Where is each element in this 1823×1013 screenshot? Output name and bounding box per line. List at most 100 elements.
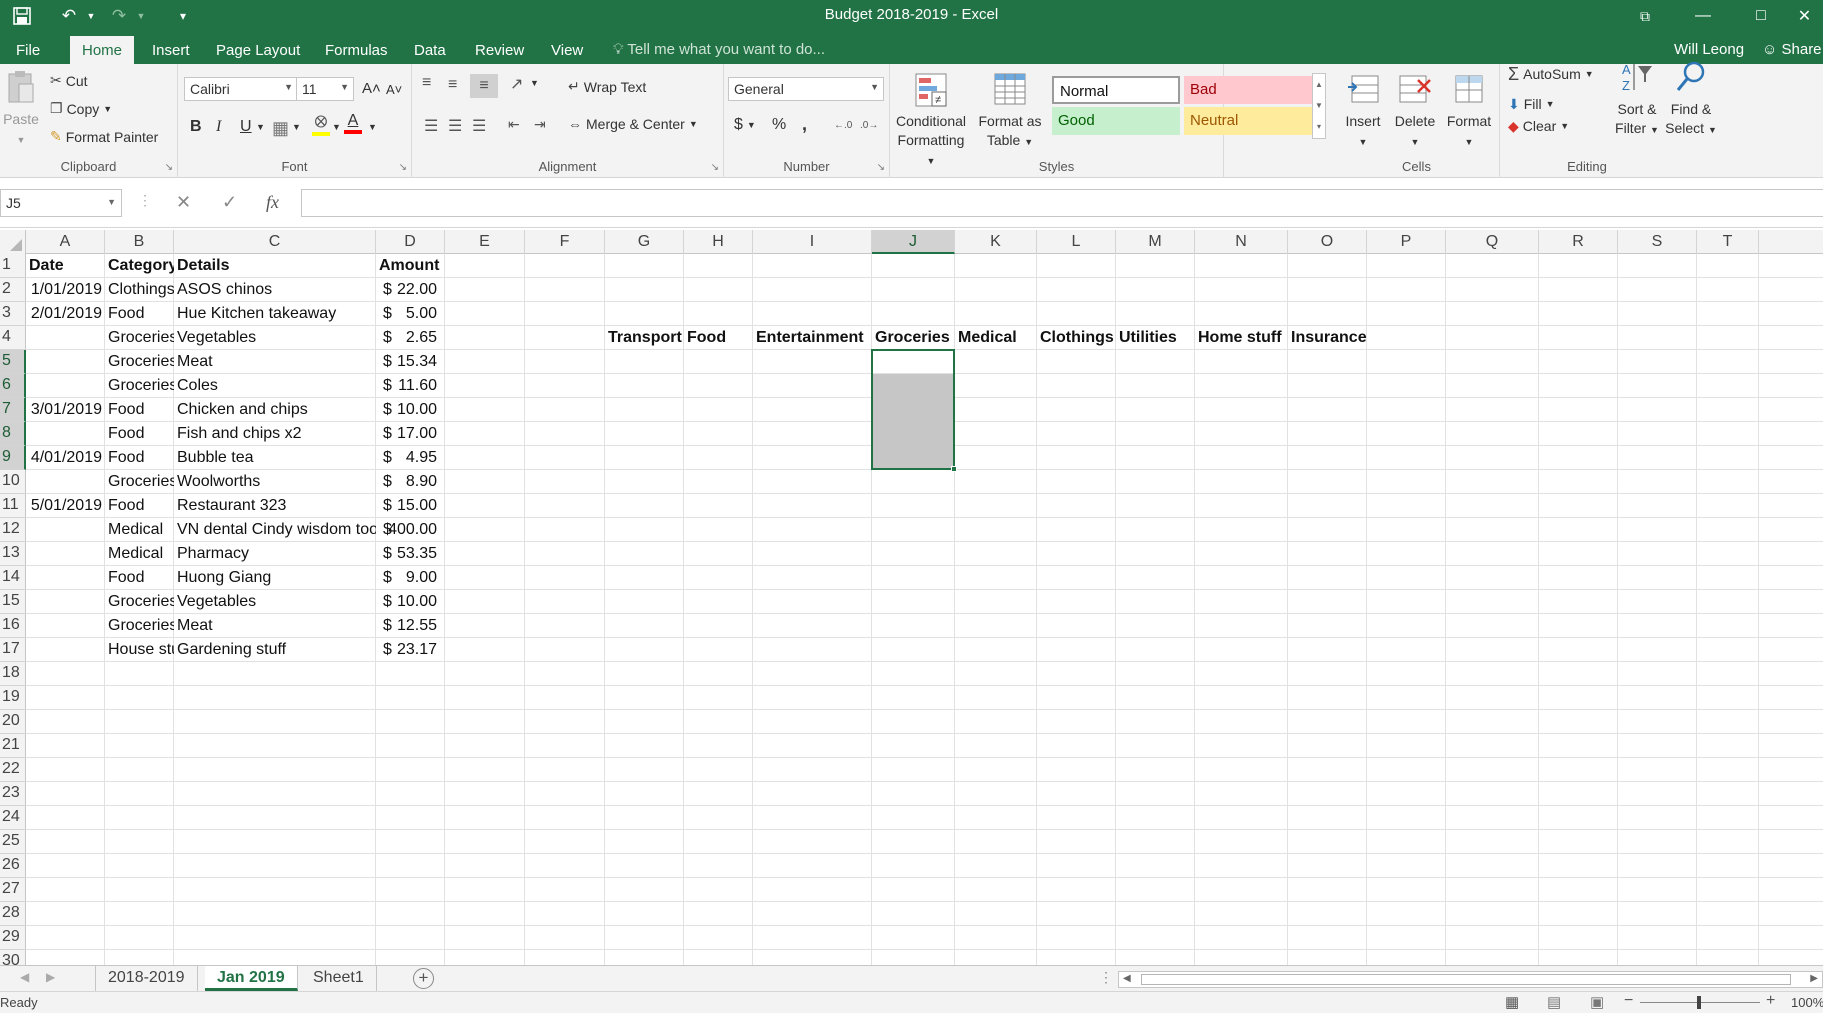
column-header-t[interactable]: T <box>1697 230 1759 254</box>
column-header-q[interactable]: Q <box>1446 230 1539 254</box>
cancel-icon[interactable]: ✕ <box>176 192 191 213</box>
select-all-button[interactable] <box>0 230 26 254</box>
tab-home[interactable]: Home <box>70 36 135 64</box>
find-select-button[interactable]: Find & Select ▼ <box>1664 60 1718 140</box>
cell-date[interactable] <box>26 590 105 614</box>
currency-button[interactable]: $ ▼ <box>734 116 756 134</box>
summary-header-food[interactable]: Food <box>684 326 753 350</box>
cell-category[interactable]: Food <box>105 422 174 446</box>
fill-color-button[interactable]: ⭙ <box>312 114 330 136</box>
font-name-box[interactable]: Calibri ▼ <box>184 77 298 101</box>
shrink-font-icon[interactable]: A˅ <box>386 82 402 97</box>
cell-date[interactable] <box>26 638 105 662</box>
sheet-tab-sheet1[interactable]: Sheet1 <box>301 966 377 991</box>
align-right-icon[interactable]: ☰ <box>472 116 486 136</box>
column-header-f[interactable]: F <box>525 230 605 254</box>
row-header-10[interactable]: 10 <box>0 470 26 494</box>
cell-details[interactable]: Chicken and chips <box>174 398 376 422</box>
cell-category[interactable]: Groceries <box>105 590 174 614</box>
user-name[interactable]: Will Leong <box>1674 41 1744 58</box>
cell-amount[interactable]: 15.34 <box>376 350 437 374</box>
style-good[interactable]: Good <box>1052 107 1180 135</box>
scroll-left-icon[interactable]: ◀ <box>1123 973 1131 984</box>
summary-header-entertainment[interactable]: Entertainment <box>753 326 872 350</box>
cell-category[interactable]: Medical <box>105 518 174 542</box>
summary-header-medical[interactable]: Medical <box>955 326 1037 350</box>
row-header-3[interactable]: 3 <box>0 302 26 326</box>
cell-category[interactable]: Food <box>105 398 174 422</box>
cell-details[interactable]: Gardening stuff <box>174 638 376 662</box>
increase-decimal-icon[interactable]: ←.0 <box>834 120 852 131</box>
row-header-30[interactable]: 30 <box>0 950 26 965</box>
paste-button[interactable]: Paste ▼ <box>2 70 40 150</box>
summary-header-home-stuff[interactable]: Home stuff <box>1195 326 1288 350</box>
formula-input[interactable] <box>301 189 1823 217</box>
zoom-slider-thumb[interactable] <box>1697 996 1701 1009</box>
cell-amount[interactable]: 9.00 <box>376 566 437 590</box>
increase-indent-icon[interactable]: ⇥ <box>534 116 546 133</box>
horizontal-scroll-thumb[interactable] <box>1141 974 1791 985</box>
cell-details[interactable]: Vegetables <box>174 326 376 350</box>
row-header-1[interactable]: 1 <box>0 254 26 278</box>
tab-formulas[interactable]: Formulas <box>325 38 388 63</box>
share-button[interactable]: ☺ Share <box>1762 41 1822 58</box>
row-header-25[interactable]: 25 <box>0 830 26 854</box>
row-header-5[interactable]: 5 <box>0 350 26 374</box>
header-date[interactable]: Date <box>26 254 105 278</box>
sort-filter-button[interactable]: AZ Sort & Filter ▼ <box>1612 60 1662 140</box>
cell-details[interactable]: Restaurant 323 <box>174 494 376 518</box>
autosum-button[interactable]: Σ AutoSum ▼ <box>1508 62 1594 86</box>
zoom-in-icon[interactable]: + <box>1766 992 1775 1010</box>
cell-category[interactable]: Food <box>105 494 174 518</box>
tab-view[interactable]: View <box>551 38 583 63</box>
scroll-right-icon[interactable]: ▶ <box>1810 973 1818 984</box>
zoom-level[interactable]: 100% <box>1791 995 1823 1010</box>
wrap-text-button[interactable]: ↵ Wrap Text <box>568 78 646 95</box>
horizontal-scrollbar[interactable]: ◀ ▶ <box>1118 971 1823 988</box>
zoom-out-icon[interactable]: − <box>1624 992 1633 1010</box>
format-as-table-button[interactable]: Format as Table ▼ <box>978 72 1042 152</box>
row-header-22[interactable]: 22 <box>0 758 26 782</box>
cell-amount[interactable]: 11.60 <box>376 374 437 398</box>
cell-date[interactable] <box>26 614 105 638</box>
row-header-17[interactable]: 17 <box>0 638 26 662</box>
enter-icon[interactable]: ✓ <box>222 192 237 213</box>
cell-amount[interactable]: 23.17 <box>376 638 437 662</box>
close-icon[interactable]: ✕ <box>1786 0 1823 32</box>
tab-insert[interactable]: Insert <box>152 38 190 63</box>
row-header-15[interactable]: 15 <box>0 590 26 614</box>
tell-me-box[interactable]: 💡︎ Tell me what you want to do... <box>613 41 825 58</box>
column-header-e[interactable]: E <box>445 230 525 254</box>
insert-cells-button[interactable]: Insert ▼ <box>1340 72 1386 152</box>
cut-button[interactable]: ✂ Cut <box>50 72 88 89</box>
header-amount[interactable]: Amount <box>376 254 445 278</box>
row-header-27[interactable]: 27 <box>0 878 26 902</box>
maximize-icon[interactable]: □ <box>1738 0 1784 32</box>
column-header-n[interactable]: N <box>1195 230 1288 254</box>
summary-header-transport[interactable]: Transport <box>605 326 684 350</box>
cell-amount[interactable]: 53.35 <box>376 542 437 566</box>
row-header-29[interactable]: 29 <box>0 926 26 950</box>
insert-function-icon[interactable]: fx <box>266 192 279 213</box>
column-header-m[interactable]: M <box>1116 230 1195 254</box>
row-header-8[interactable]: 8 <box>0 422 26 446</box>
tab-data[interactable]: Data <box>414 38 446 63</box>
cell-details[interactable]: Woolworths <box>174 470 376 494</box>
cell-category[interactable]: Groceries <box>105 614 174 638</box>
align-top-icon[interactable]: ≡ <box>422 74 431 92</box>
cell-amount[interactable]: 8.90 <box>376 470 437 494</box>
grow-font-icon[interactable]: A˄ <box>362 80 381 97</box>
decrease-indent-icon[interactable]: ⇤ <box>508 116 520 133</box>
cell-details[interactable]: Coles <box>174 374 376 398</box>
column-header-k[interactable]: K <box>955 230 1037 254</box>
cell-category[interactable]: Food <box>105 446 174 470</box>
style-normal[interactable]: Normal <box>1052 76 1180 104</box>
font-size-box[interactable]: 11 ▼ <box>296 77 354 101</box>
column-header-l[interactable]: L <box>1037 230 1116 254</box>
cell-amount[interactable]: 4.95 <box>376 446 437 470</box>
cell-date[interactable] <box>26 350 105 374</box>
cell-amount[interactable]: 22.00 <box>376 278 437 302</box>
cell-date[interactable]: 5/01/2019 <box>26 494 105 518</box>
font-color-dropdown-icon[interactable]: ▼ <box>368 122 377 132</box>
cell-amount[interactable]: 17.00 <box>376 422 437 446</box>
